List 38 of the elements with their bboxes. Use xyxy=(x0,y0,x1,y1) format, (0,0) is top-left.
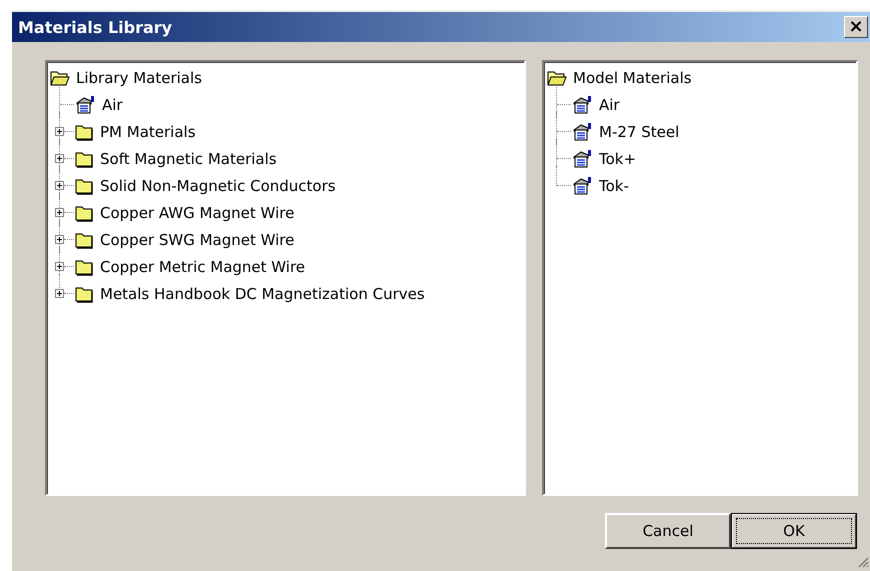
window-title: Materials Library xyxy=(18,18,172,36)
expand-icon[interactable] xyxy=(55,262,64,271)
tree-item[interactable]: Copper AWG Magnet Wire xyxy=(100,204,294,222)
material-sheet-icon xyxy=(571,94,593,114)
tree-item[interactable]: Tok+ xyxy=(599,150,636,168)
expand-icon[interactable] xyxy=(55,154,64,163)
ok-button[interactable]: OK xyxy=(731,513,857,549)
material-sheet-icon xyxy=(74,94,96,114)
expand-icon[interactable] xyxy=(55,181,64,190)
tree-item[interactable]: M-27 Steel xyxy=(599,122,680,140)
folder-icon xyxy=(74,284,94,302)
cancel-button[interactable]: Cancel xyxy=(605,513,731,549)
expand-icon[interactable] xyxy=(55,127,64,136)
material-sheet-icon xyxy=(571,148,593,168)
tree-item[interactable]: Tok- xyxy=(599,176,629,194)
folder-icon xyxy=(74,204,94,222)
folder-icon xyxy=(74,176,94,194)
material-sheet-icon xyxy=(571,176,593,196)
resize-grip-icon xyxy=(857,556,869,568)
tree-item[interactable]: PM Materials xyxy=(100,122,196,140)
expand-icon[interactable] xyxy=(55,235,64,244)
material-sheet-icon xyxy=(571,122,593,142)
tree-item[interactable]: Soft Magnetic Materials xyxy=(100,150,277,168)
tree-item[interactable]: Copper Metric Magnet Wire xyxy=(100,258,306,276)
tree-item[interactable]: Solid Non-Magnetic Conductors xyxy=(100,176,336,194)
folder-icon xyxy=(74,258,94,276)
tree-item[interactable]: Metals Handbook DC Magnetization Curves xyxy=(100,284,425,302)
tree-item[interactable]: Copper SWG Magnet Wire xyxy=(100,230,294,248)
expand-icon[interactable] xyxy=(55,208,64,217)
tree-item[interactable]: Model Materials xyxy=(573,68,692,86)
expand-icon[interactable] xyxy=(55,289,64,298)
tree-item[interactable]: Library Materials xyxy=(76,68,202,86)
tree-item[interactable]: Air xyxy=(102,96,123,114)
tree-item[interactable]: Air xyxy=(599,96,620,114)
folder-icon xyxy=(74,122,94,140)
folder-icon xyxy=(74,230,94,248)
close-button[interactable]: × xyxy=(844,16,868,38)
folder-icon xyxy=(74,150,94,168)
